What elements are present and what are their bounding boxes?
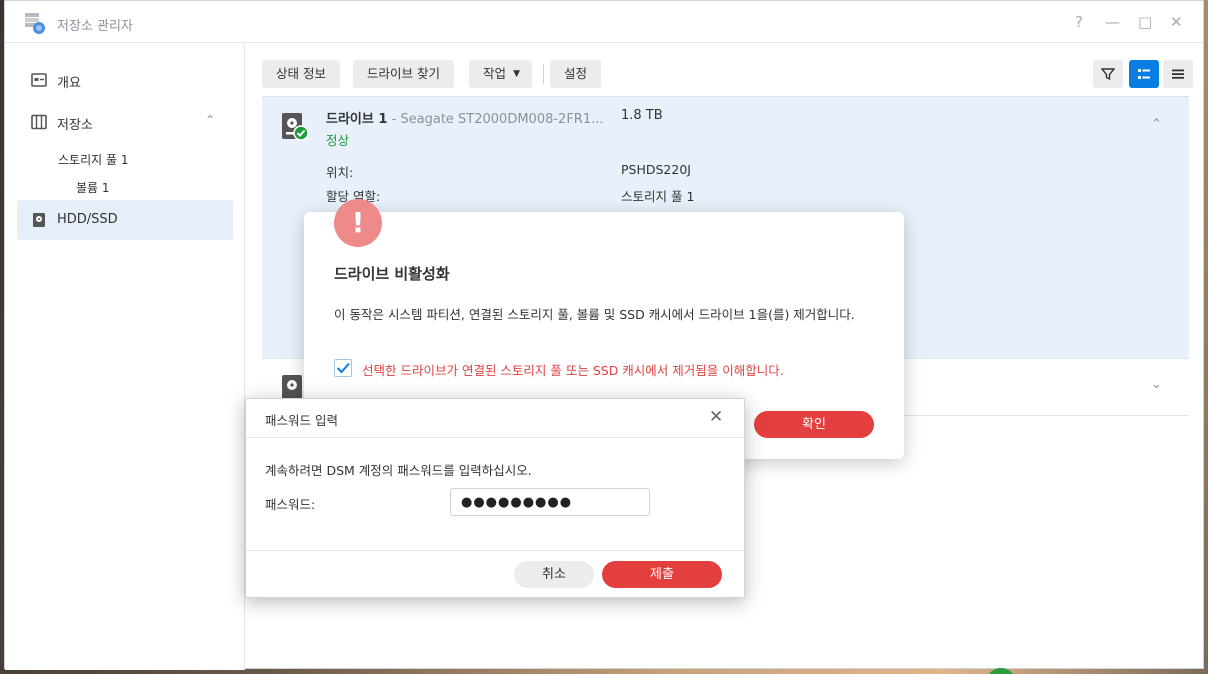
filter-button[interactable] — [1093, 60, 1123, 88]
maximize-icon[interactable]: □ — [1138, 13, 1152, 31]
checkmark-icon — [336, 362, 350, 374]
dialog-title: 패스워드 입력 — [265, 413, 338, 428]
drive-title: 드라이브 1 - Seagate ST2000DM008-2FR1... — [326, 108, 604, 127]
sidebar-item-hdd-ssd[interactable]: HDD/SSD — [17, 200, 233, 240]
sidebar-item-label: 개요 — [57, 76, 81, 91]
status-info-button[interactable]: 상태 정보 — [262, 60, 340, 88]
storage-manager-app-icon — [25, 13, 45, 34]
toolbar-divider — [543, 64, 544, 84]
warning-icon: ! — [334, 199, 382, 247]
minimize-icon[interactable]: — — [1105, 13, 1120, 31]
password-dialog: 패스워드 입력 ✕ 계속하려면 DSM 계정의 패스워드를 입력하십시오. 패스… — [245, 398, 745, 598]
chevron-up-icon[interactable]: ⌃ — [205, 113, 215, 127]
title-bar: 저장소 관리자 ? — □ ✕ — [5, 1, 1203, 43]
sidebar-item-label: 저장소 — [57, 118, 93, 133]
detail-value-location: PSHDS220J — [621, 162, 691, 177]
detail-label-location: 위치: — [326, 165, 354, 180]
password-label: 패스워드: — [265, 497, 316, 512]
drive-size: 1.8 TB — [621, 108, 663, 123]
sidebar-item-storage-pool[interactable]: 스토리지 풀 1 — [58, 151, 128, 168]
drive-model: - Seagate ST2000DM008-2FR1... — [391, 112, 604, 127]
sidebar-item-volume[interactable]: 볼륨 1 — [76, 179, 110, 196]
checkbox-label[interactable]: 선택한 드라이브가 연결된 스토리지 풀 또는 SSD 캐시에서 제거됨을 이해… — [362, 360, 784, 379]
find-drive-button[interactable]: 드라이브 찾기 — [353, 60, 454, 88]
dialog-header: 패스워드 입력 ✕ — [246, 399, 744, 438]
dialog-divider — [246, 550, 744, 551]
list-icon — [1172, 69, 1184, 79]
action-dropdown-button[interactable]: 작업 ▼ — [469, 60, 533, 88]
hdd-ok-icon — [282, 113, 308, 141]
window-title: 저장소 관리자 — [57, 19, 133, 34]
submit-button[interactable]: 제출 — [602, 561, 722, 588]
caret-down-icon: ▼ — [513, 69, 521, 79]
hdd-icon — [33, 213, 45, 227]
overview-icon — [31, 73, 47, 87]
help-icon[interactable]: ? — [1075, 13, 1083, 31]
drive-status: 정상 — [326, 133, 350, 148]
password-input[interactable] — [450, 488, 650, 516]
dialog-title: 드라이브 비활성화 — [334, 265, 450, 283]
list-view-button[interactable] — [1163, 60, 1193, 88]
detail-value-role: 스토리지 풀 1 — [621, 189, 695, 204]
sidebar-item-storage[interactable]: 저장소 ⌃ — [17, 102, 233, 142]
filter-icon — [1100, 68, 1116, 81]
sidebar-item-label: HDD/SSD — [57, 212, 118, 227]
list-detail-view-button[interactable] — [1129, 60, 1159, 88]
action-label: 작업 — [483, 66, 507, 81]
detail-list-icon — [1138, 69, 1150, 79]
dialog-message: 이 동작은 시스템 파티션, 연결된 스토리지 풀, 볼륨 및 SSD 캐시에서… — [334, 307, 855, 322]
storage-icon — [31, 114, 47, 130]
drive-name: 드라이브 1 — [326, 112, 388, 127]
sidebar: 개요 저장소 ⌃ 스토리지 풀 1 볼륨 1 HDD/SSD — [5, 44, 245, 670]
chevron-down-icon[interactable]: ⌄ — [1151, 377, 1162, 392]
understand-checkbox[interactable] — [334, 359, 352, 377]
sidebar-item-overview[interactable]: 개요 — [17, 60, 233, 100]
chevron-up-icon[interactable]: ⌃ — [1151, 117, 1162, 132]
confirm-button[interactable]: 확인 — [754, 411, 874, 438]
dialog-message: 계속하려면 DSM 계정의 패스워드를 입력하십시오. — [265, 463, 532, 478]
settings-button[interactable]: 설정 — [550, 60, 602, 88]
cancel-button[interactable]: 취소 — [514, 561, 594, 588]
close-icon[interactable]: ✕ — [1170, 13, 1183, 31]
close-icon[interactable]: ✕ — [709, 407, 723, 427]
